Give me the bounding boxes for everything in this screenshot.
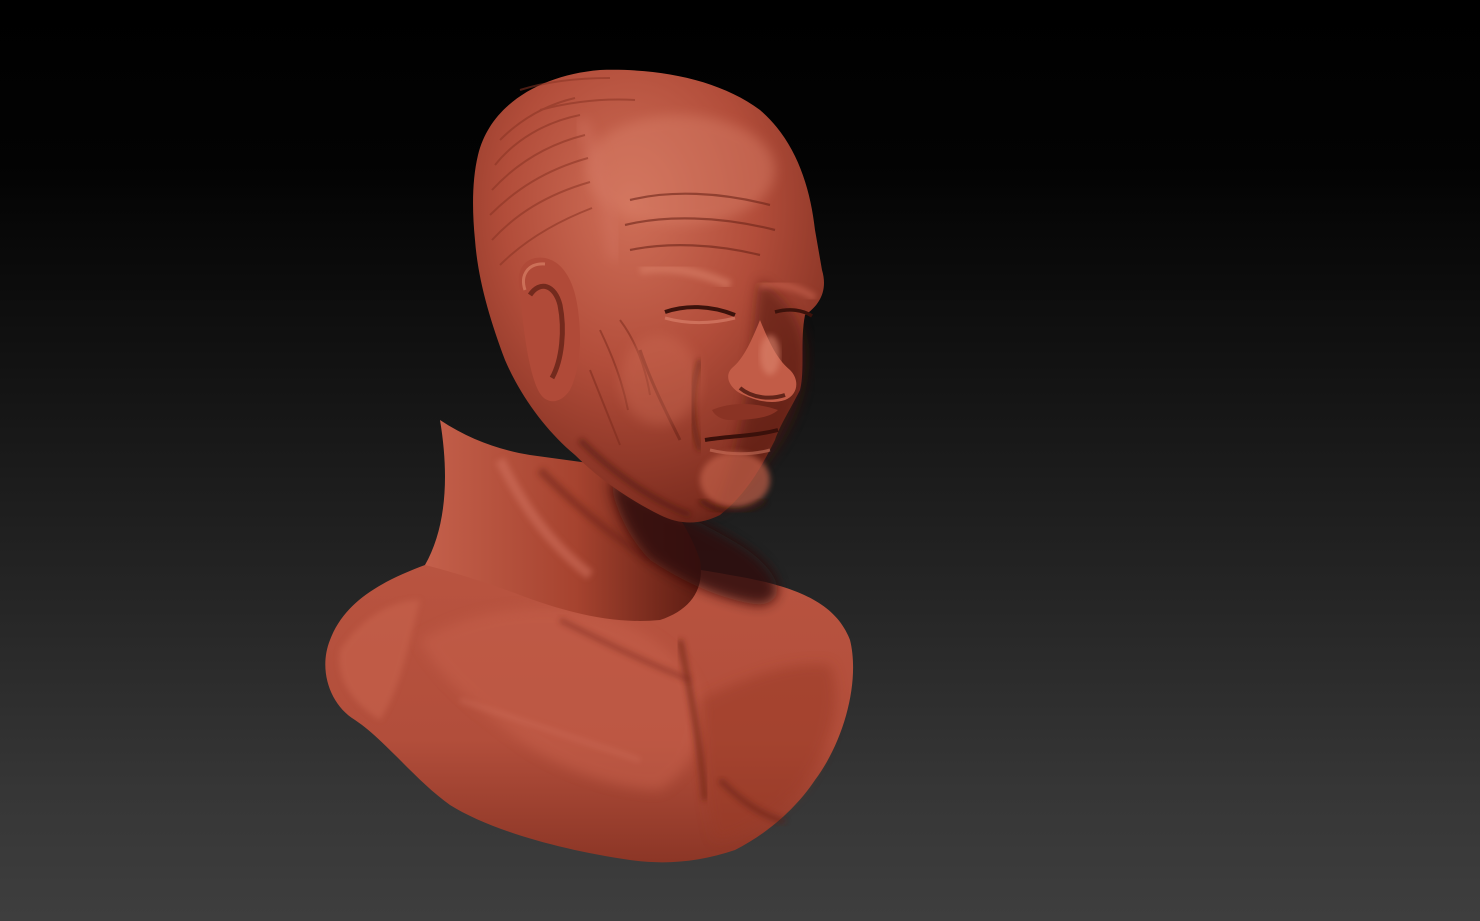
sculpt-viewport-canvas[interactable] <box>0 0 1480 921</box>
sculpted-bust-icon[interactable] <box>0 0 1480 921</box>
